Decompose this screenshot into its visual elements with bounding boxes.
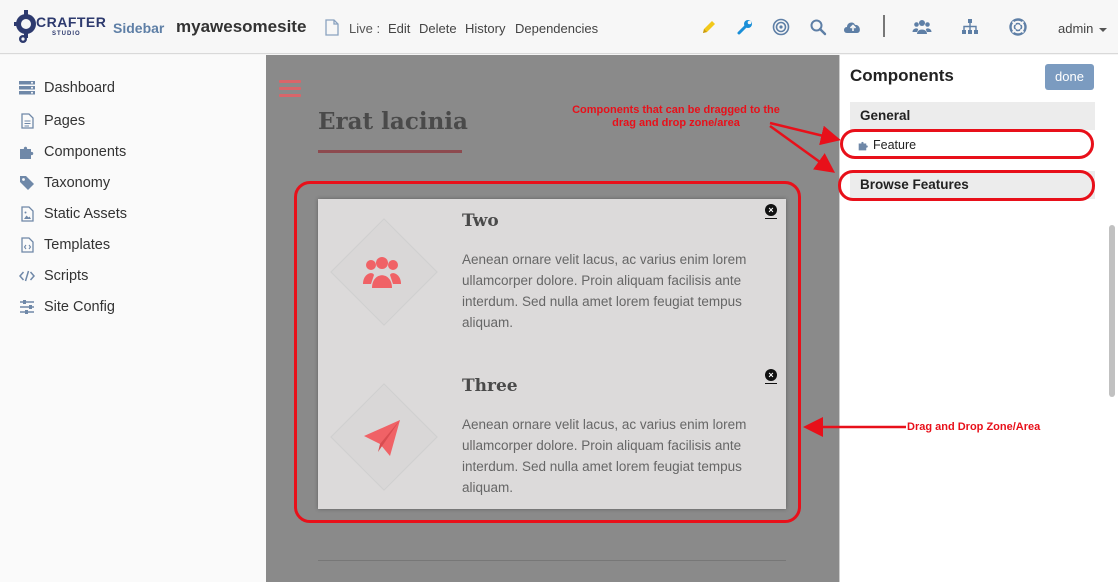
section-divider — [318, 560, 786, 561]
dropzone-annotation: Drag and Drop Zone/Area — [907, 421, 1041, 433]
puzzle-icon — [18, 143, 36, 161]
sidebar-item-pages[interactable]: Pages — [18, 110, 85, 132]
panel-scrollbar[interactable] — [1109, 225, 1115, 397]
section-general[interactable]: General — [850, 102, 1095, 130]
heading-underline — [318, 150, 462, 153]
components-annotation: Components that can be dragged to the dr… — [572, 104, 780, 129]
sidebar-item-scripts[interactable]: Scripts — [18, 265, 88, 287]
sidebar-item-static-assets[interactable]: Static Assets — [18, 203, 127, 225]
users-icon[interactable] — [912, 18, 932, 36]
document-icon — [325, 19, 339, 36]
dependencies-link[interactable]: Dependencies — [515, 21, 598, 36]
code-file-icon — [18, 236, 36, 254]
history-link[interactable]: History — [465, 21, 505, 36]
sidebar-item-label: Components — [44, 144, 127, 160]
logo-text: CRAFTER — [36, 14, 107, 30]
site-name[interactable]: myawesomesite — [176, 17, 306, 37]
user-name: admin — [1058, 21, 1094, 36]
page-icon — [18, 112, 36, 130]
code-icon — [18, 267, 36, 285]
tag-icon — [18, 174, 36, 192]
sidebar-item-site-config[interactable]: Site Config — [18, 296, 115, 318]
sidebar-toggle[interactable]: Sidebar — [113, 20, 164, 36]
dashboard-icon — [18, 79, 36, 97]
top-bar: CRAFTER STUDIO Sidebar myawesomesite Liv… — [0, 0, 1118, 54]
sidebar-item-label: Templates — [44, 237, 111, 253]
sliders-icon — [18, 298, 36, 316]
delete-link[interactable]: Delete — [419, 21, 457, 36]
caret-down-icon — [1099, 28, 1108, 32]
image-file-icon — [18, 205, 36, 223]
dropzone-highlight — [294, 181, 801, 523]
lifebuoy-icon[interactable] — [1009, 18, 1027, 36]
sidebar-item-label: Dashboard — [44, 80, 115, 96]
panel-title: Components — [850, 66, 954, 85]
live-label: Live : — [349, 21, 381, 36]
sidebar-item-label: Static Assets — [44, 206, 128, 222]
feature-highlight — [840, 129, 1094, 159]
sidebar-item-label: Site Config — [44, 299, 115, 315]
sidebar-item-dashboard[interactable]: Dashboard — [18, 77, 115, 99]
logo-subtext: STUDIO — [52, 31, 81, 37]
site-sidebar: Dashboard Pages Components Taxonomy Stat… — [0, 55, 266, 582]
search-icon[interactable] — [809, 18, 827, 36]
sidebar-item-taxonomy[interactable]: Taxonomy — [18, 172, 110, 194]
page-heading: Erat lacinia — [318, 108, 468, 135]
wrench-icon[interactable] — [736, 18, 754, 36]
pencil-icon[interactable] — [700, 18, 718, 36]
toolbar-divider — [883, 15, 885, 37]
menu-icon[interactable] — [279, 80, 301, 98]
done-button[interactable]: done — [1045, 64, 1094, 90]
browse-highlight — [838, 170, 1095, 201]
crafter-logo[interactable]: CRAFTER STUDIO — [14, 6, 106, 48]
target-icon[interactable] — [772, 18, 790, 36]
cloud-upload-icon[interactable] — [843, 18, 863, 36]
user-menu[interactable]: admin — [1058, 21, 1108, 36]
sidebar-item-label: Scripts — [44, 268, 89, 284]
sidebar-item-templates[interactable]: Templates — [18, 234, 110, 256]
sidebar-item-label: Taxonomy — [44, 175, 111, 191]
sitemap-icon[interactable] — [961, 18, 979, 36]
sidebar-item-components[interactable]: Components — [18, 141, 126, 163]
edit-link[interactable]: Edit — [388, 21, 410, 36]
sidebar-item-label: Pages — [44, 113, 86, 129]
